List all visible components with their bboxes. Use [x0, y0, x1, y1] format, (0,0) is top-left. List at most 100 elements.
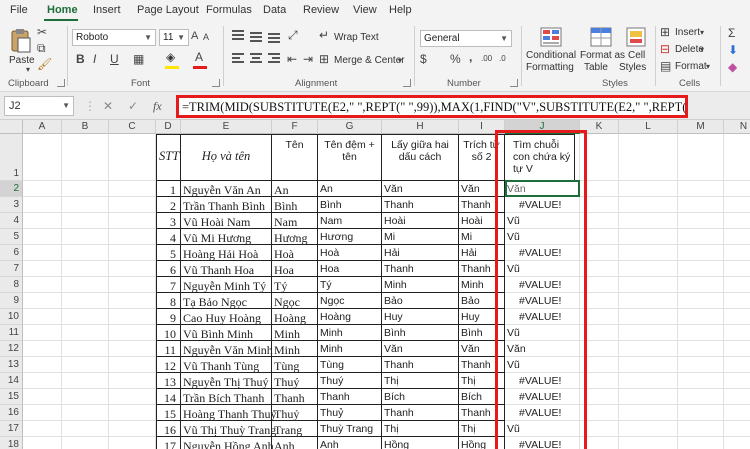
cell-full-name[interactable]: Vũ Hoài Nam — [181, 213, 272, 229]
column-header[interactable]: N — [724, 120, 750, 134]
grid-cell[interactable] — [23, 373, 62, 389]
grid-cell[interactable] — [678, 213, 724, 229]
grid-cell[interactable] — [724, 357, 750, 373]
cell-styles-button[interactable]: Cell — [628, 50, 645, 61]
grid-cell[interactable] — [580, 373, 619, 389]
grid-cell[interactable] — [109, 229, 156, 245]
increase-indent-icon[interactable]: ⇥ — [303, 52, 313, 66]
cell-ten[interactable]: Hoàng — [272, 309, 318, 325]
grid-cell[interactable] — [62, 309, 109, 325]
cell-tim-chuoi[interactable]: #VALUE! — [505, 437, 580, 449]
grid-cell[interactable] — [619, 341, 678, 357]
chevron-down-icon[interactable]: ▾ — [706, 62, 710, 71]
cell-trich-tu[interactable]: Thị — [459, 421, 505, 437]
grid-cell[interactable] — [580, 213, 619, 229]
clear-icon[interactable]: ◆ — [728, 60, 737, 74]
cell-trich-tu[interactable]: Thanh — [459, 405, 505, 421]
grid-cell[interactable] — [724, 309, 750, 325]
paste-button[interactable]: Paste — [9, 55, 35, 66]
grid-cell[interactable] — [619, 373, 678, 389]
cell-lay-giua[interactable]: Thanh — [382, 405, 459, 421]
column-header[interactable]: L — [619, 120, 678, 134]
cell-stt[interactable]: 8 — [156, 293, 181, 309]
cell-tim-chuoi[interactable]: #VALUE! — [505, 197, 580, 213]
grid-cell[interactable] — [678, 309, 724, 325]
grid-cell[interactable] — [580, 421, 619, 437]
format-as-table-icon[interactable] — [590, 27, 612, 47]
grid-cell[interactable] — [678, 389, 724, 405]
cell-full-name[interactable]: Hoàng Hải Hoà — [181, 245, 272, 261]
fill-icon[interactable]: ⬇ — [728, 43, 738, 57]
cell-stt[interactable]: 2 — [156, 197, 181, 213]
grid-cell[interactable] — [678, 421, 724, 437]
row-header[interactable]: 18 — [0, 437, 23, 449]
grid-cell[interactable] — [109, 341, 156, 357]
grid-cell[interactable] — [109, 437, 156, 449]
grid-cell[interactable] — [23, 245, 62, 261]
grid-cell[interactable] — [724, 181, 750, 197]
grid-cell[interactable] — [724, 373, 750, 389]
row-header[interactable]: 15 — [0, 389, 23, 405]
cell-ten[interactable]: Anh — [272, 437, 318, 449]
grid-cell[interactable] — [724, 421, 750, 437]
cell-trich-tu[interactable]: Thị — [459, 373, 505, 389]
cell-lay-giua[interactable]: Văn — [382, 341, 459, 357]
cell-stt[interactable]: 9 — [156, 309, 181, 325]
top-align-icon[interactable] — [232, 30, 244, 42]
row-header[interactable]: 14 — [0, 373, 23, 389]
decrease-indent-icon[interactable]: ⇤ — [287, 52, 297, 66]
merge-icon[interactable]: ⊞ — [319, 52, 329, 66]
cell-stt[interactable]: 17 — [156, 437, 181, 449]
grid-cell[interactable] — [678, 261, 724, 277]
cell-trich-tu[interactable]: Thanh — [459, 357, 505, 373]
delete-cells-icon[interactable]: ⊟ — [660, 42, 670, 56]
alignment-launcher-icon[interactable] — [403, 79, 411, 87]
insert-button[interactable]: Insert — [675, 27, 700, 38]
grid-cell[interactable] — [23, 261, 62, 277]
cell-ten-dem[interactable]: Hoa — [318, 261, 382, 277]
row-header[interactable]: 12 — [0, 341, 23, 357]
font-launcher-icon[interactable] — [212, 79, 220, 87]
grid-cell[interactable] — [580, 197, 619, 213]
cell-ten[interactable]: Hoà — [272, 245, 318, 261]
increase-font-icon[interactable]: A — [191, 30, 198, 42]
cell-lay-giua[interactable]: Văn — [382, 181, 459, 197]
grid-cell[interactable] — [619, 134, 678, 181]
grid-cell[interactable] — [62, 421, 109, 437]
cell-trich-tu[interactable]: Minh — [459, 277, 505, 293]
grid-cell[interactable] — [678, 405, 724, 421]
column-header[interactable]: I — [459, 120, 505, 134]
cell-trich-tu[interactable]: Văn — [459, 181, 505, 197]
cell-ten-dem[interactable]: Nam — [318, 213, 382, 229]
grid-cell[interactable] — [724, 325, 750, 341]
tab-data[interactable]: Data — [263, 4, 286, 16]
enter-icon[interactable]: ✓ — [128, 99, 138, 113]
grid-cell[interactable] — [62, 213, 109, 229]
cell-lay-giua[interactable]: Hải — [382, 245, 459, 261]
grid-cell[interactable] — [580, 405, 619, 421]
cell-lay-giua[interactable]: Hoài — [382, 213, 459, 229]
grid-cell[interactable] — [619, 229, 678, 245]
grid-cell[interactable] — [62, 341, 109, 357]
grid-cell[interactable] — [619, 325, 678, 341]
cell-lay-giua[interactable]: Thị — [382, 421, 459, 437]
align-left-icon[interactable] — [232, 53, 244, 65]
grid-cell[interactable] — [62, 229, 109, 245]
autosum-icon[interactable]: Σ — [728, 26, 735, 40]
cell-full-name[interactable]: Vũ Thanh Hoa — [181, 261, 272, 277]
cut-icon[interactable]: ✂ — [37, 25, 47, 39]
row-header[interactable]: 13 — [0, 357, 23, 373]
column-header[interactable]: M — [678, 120, 724, 134]
grid-cell[interactable] — [23, 293, 62, 309]
grid-cell[interactable] — [619, 357, 678, 373]
cell-ten-dem[interactable]: Minh — [318, 341, 382, 357]
cell-ten[interactable]: Hoa — [272, 261, 318, 277]
chevron-down-icon[interactable]: ▾ — [700, 28, 704, 37]
grid-cell[interactable] — [619, 277, 678, 293]
align-center-icon[interactable] — [250, 53, 262, 65]
column-header[interactable]: J — [505, 120, 580, 134]
cell-stt[interactable]: 10 — [156, 325, 181, 341]
cell-trich-tu[interactable]: Bảo — [459, 293, 505, 309]
cell-ten-dem[interactable]: Thuỳ Trang — [318, 421, 382, 437]
cell-ten[interactable]: Minh — [272, 341, 318, 357]
